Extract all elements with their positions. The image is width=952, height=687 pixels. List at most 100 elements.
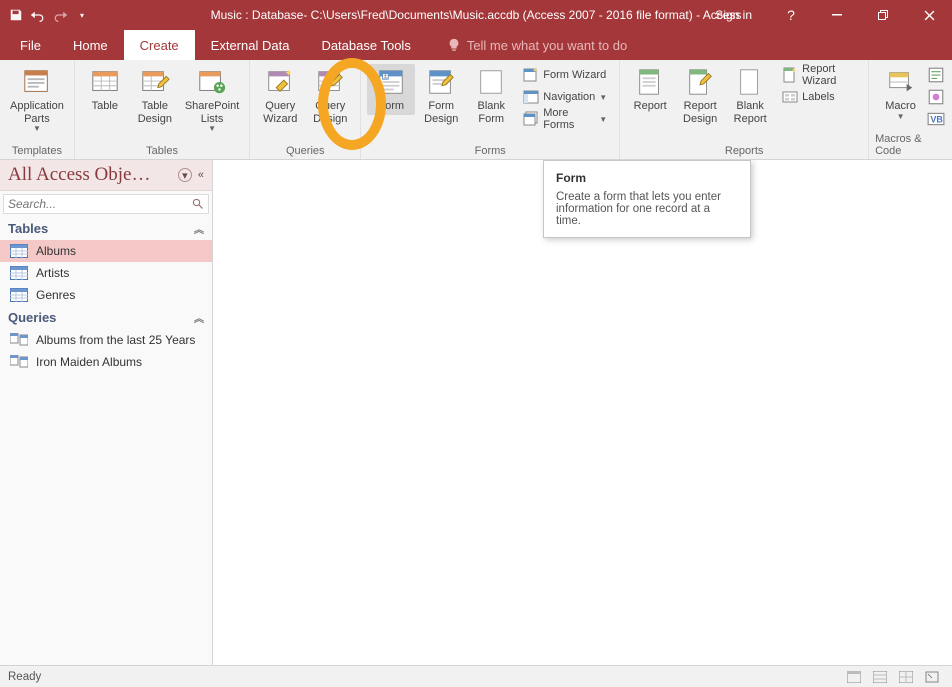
query-design-label: Query Design	[313, 100, 347, 125]
nav-item-albums-25-years[interactable]: Albums from the last 25 Years	[0, 329, 212, 351]
nav-item-label: Albums from the last 25 Years	[36, 333, 195, 347]
labels-icon	[782, 89, 798, 105]
report-design-label: Report Design	[683, 100, 717, 125]
nav-section-queries[interactable]: Queries ︽	[0, 306, 212, 329]
tab-create[interactable]: Create	[124, 30, 195, 60]
group-tables-label: Tables	[146, 143, 178, 157]
report-button[interactable]: Report	[626, 64, 674, 115]
class-module-icon[interactable]	[927, 88, 945, 106]
group-reports-label: Reports	[725, 143, 764, 157]
blank-form-button[interactable]: Blank Form	[467, 64, 515, 127]
tell-me-search[interactable]: Tell me what you want to do	[427, 30, 627, 60]
nav-item-label: Albums	[36, 244, 76, 258]
blank-report-label: Blank Report	[734, 100, 767, 125]
table-icon	[10, 244, 28, 258]
chevron-down-icon: ▼	[897, 115, 905, 120]
group-forms: Form Form Design Blank Form Form Wizard …	[361, 60, 620, 159]
document-area: Form Create a form that lets you enter i…	[213, 160, 952, 665]
report-wizard-icon	[782, 67, 798, 83]
tab-database-tools[interactable]: Database Tools	[305, 30, 426, 60]
group-macros-label: Macros & Code	[875, 131, 946, 157]
report-wizard-label: Report Wizard	[802, 63, 856, 87]
report-label: Report	[634, 100, 667, 113]
form-design-button[interactable]: Form Design	[417, 64, 465, 127]
macro-label: Macro	[885, 100, 916, 113]
report-icon	[634, 66, 666, 98]
restore-button[interactable]	[860, 0, 906, 30]
visual-basic-icon[interactable]: VB	[927, 110, 945, 128]
macro-icon	[885, 66, 917, 98]
nav-section-tables[interactable]: Tables ︽	[0, 217, 212, 240]
form-button[interactable]: Form	[367, 64, 415, 115]
view-button-2[interactable]	[868, 668, 892, 686]
query-icon	[10, 355, 28, 369]
application-parts-icon	[21, 66, 53, 98]
more-forms-button[interactable]: More Forms ▼	[517, 108, 613, 130]
table-label: Table	[92, 100, 118, 113]
macro-button[interactable]: Macro ▼	[877, 64, 925, 121]
report-wizard-button[interactable]: Report Wizard	[776, 64, 862, 86]
application-parts-button[interactable]: Application Parts ▼	[6, 64, 68, 134]
chevron-down-icon: ▼	[208, 127, 216, 132]
minimize-button[interactable]	[814, 0, 860, 30]
svg-text:VB: VB	[930, 114, 943, 124]
navigation-button[interactable]: Navigation ▼	[517, 86, 613, 108]
nav-dropdown-icon[interactable]: ▾	[178, 168, 192, 182]
blank-form-label: Blank Form	[478, 100, 506, 125]
nav-search[interactable]	[3, 194, 209, 214]
nav-item-iron-maiden[interactable]: Iron Maiden Albums	[0, 351, 212, 373]
nav-collapse-icon[interactable]: «	[198, 169, 204, 181]
table-design-icon	[139, 66, 171, 98]
view-button-4[interactable]	[920, 668, 944, 686]
nav-item-label: Iron Maiden Albums	[36, 355, 142, 369]
form-wizard-label: Form Wizard	[543, 69, 606, 81]
nav-item-genres[interactable]: Genres	[0, 284, 212, 306]
tab-file[interactable]: File	[4, 30, 57, 60]
query-wizard-icon	[264, 66, 296, 98]
tooltip-body: Create a form that lets you enter inform…	[556, 191, 738, 227]
table-button[interactable]: Table	[81, 64, 129, 115]
close-button[interactable]	[906, 0, 952, 30]
module-icon[interactable]	[927, 66, 945, 84]
form-label: Form	[378, 100, 404, 113]
collapse-icon: ︽	[194, 221, 204, 236]
blank-report-icon	[734, 66, 766, 98]
blank-form-icon	[475, 66, 507, 98]
view-button-3[interactable]	[894, 668, 918, 686]
sharepoint-lists-icon	[196, 66, 228, 98]
nav-pane-header[interactable]: All Access Obje… ▾ «	[0, 160, 212, 191]
chevron-down-icon: ▼	[599, 93, 607, 102]
query-design-button[interactable]: Query Design	[306, 64, 354, 127]
qat-customize-icon[interactable]: ▾	[74, 7, 90, 23]
help-button[interactable]: ?	[768, 0, 814, 30]
tab-external-data[interactable]: External Data	[195, 30, 306, 60]
nav-item-albums[interactable]: Albums	[0, 240, 212, 262]
table-design-button[interactable]: Table Design	[131, 64, 179, 127]
search-icon[interactable]	[192, 198, 204, 210]
query-wizard-button[interactable]: Query Wizard	[256, 64, 304, 127]
sharepoint-lists-button[interactable]: SharePoint Lists ▼	[181, 64, 243, 134]
nav-item-artists[interactable]: Artists	[0, 262, 212, 284]
sharepoint-lists-label: SharePoint Lists	[185, 100, 239, 125]
query-design-icon	[314, 66, 346, 98]
redo-icon[interactable]	[52, 7, 68, 23]
blank-report-button[interactable]: Blank Report	[726, 64, 774, 127]
group-reports: Report Report Design Blank Report Report…	[620, 60, 869, 159]
group-queries: Query Wizard Query Design Queries	[250, 60, 361, 159]
search-input[interactable]	[8, 197, 192, 211]
tab-home[interactable]: Home	[57, 30, 124, 60]
group-queries-label: Queries	[286, 143, 325, 157]
form-wizard-button[interactable]: Form Wizard	[517, 64, 613, 86]
chevron-down-icon: ▼	[599, 115, 607, 124]
report-design-button[interactable]: Report Design	[676, 64, 724, 127]
table-icon	[89, 66, 121, 98]
undo-icon[interactable]	[30, 7, 46, 23]
report-design-icon	[684, 66, 716, 98]
view-switchers	[842, 668, 944, 686]
labels-button[interactable]: Labels	[776, 86, 862, 108]
table-icon	[10, 266, 28, 280]
query-icon	[10, 333, 28, 347]
view-button-1[interactable]	[842, 668, 866, 686]
save-icon[interactable]	[8, 7, 24, 23]
group-templates: Application Parts ▼ Templates	[0, 60, 75, 159]
